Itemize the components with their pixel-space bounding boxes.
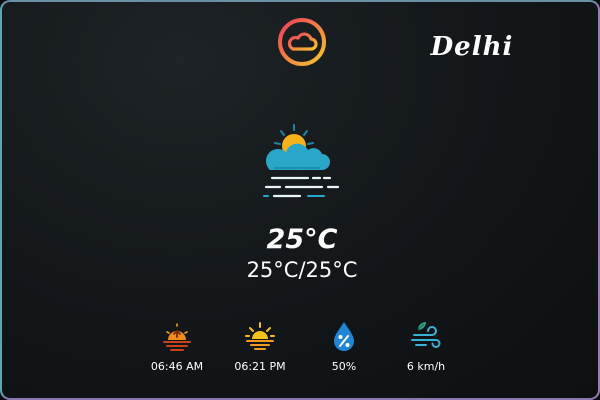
cloud-logo-icon — [278, 18, 326, 66]
temperature-range: 25°C/25°C — [246, 258, 358, 282]
current-temperature: 25°C — [266, 224, 338, 255]
stat-wind: 6 km/h — [376, 320, 476, 373]
current-condition — [260, 122, 344, 206]
weather-card: Delhi 25°C 25°C/25°C 06:46 AM 06:21 PM 5… — [0, 0, 600, 400]
partly-cloudy-fog-icon — [263, 124, 340, 198]
wind-icon — [411, 322, 441, 348]
sunrise-icon — [163, 323, 191, 351]
wind-speed: 6 km/h — [406, 360, 446, 373]
app-logo — [276, 16, 328, 68]
city-name: Delhi — [430, 32, 514, 62]
humidity-icon — [334, 322, 354, 351]
sunset-icon — [245, 322, 275, 350]
